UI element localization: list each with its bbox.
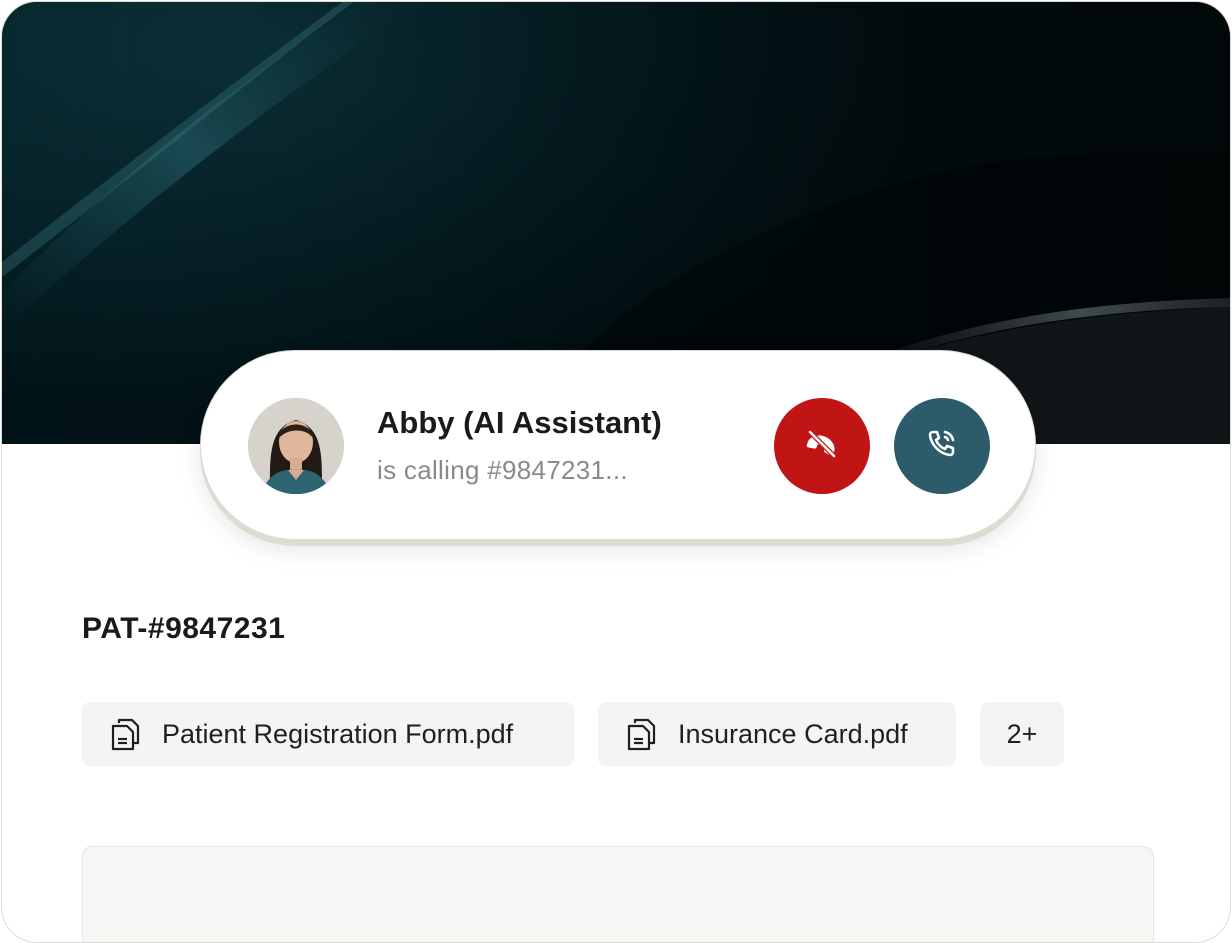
attachment-name: Patient Registration Form.pdf [162, 718, 514, 749]
caller-name: Abby (AI Assistant) [377, 405, 662, 440]
caller-status: is calling #9847231... [377, 455, 628, 485]
app-card: Abby (AI Assistant) is calling #9847231.… [1, 1, 1231, 943]
patient-id: PAT-#9847231 [82, 612, 286, 645]
attachment-chip[interactable]: Insurance Card.pdf [598, 702, 956, 766]
accept-call-button[interactable] [894, 398, 990, 494]
document-icon [626, 717, 656, 751]
decline-call-button[interactable] [774, 398, 870, 494]
more-attachments-button[interactable]: 2+ [980, 702, 1064, 766]
incoming-call-card: Abby (AI Assistant) is calling #9847231.… [200, 350, 1036, 540]
phone-call-icon [922, 424, 962, 469]
more-attachments-count: 2+ [1006, 718, 1038, 749]
document-icon [110, 717, 140, 751]
attachment-chip[interactable]: Patient Registration Form.pdf [82, 702, 574, 766]
avatar [248, 398, 344, 494]
attachment-name: Insurance Card.pdf [678, 718, 908, 749]
caller-portrait [248, 398, 344, 494]
content-panel [82, 846, 1154, 942]
phone-off-icon [802, 424, 842, 469]
